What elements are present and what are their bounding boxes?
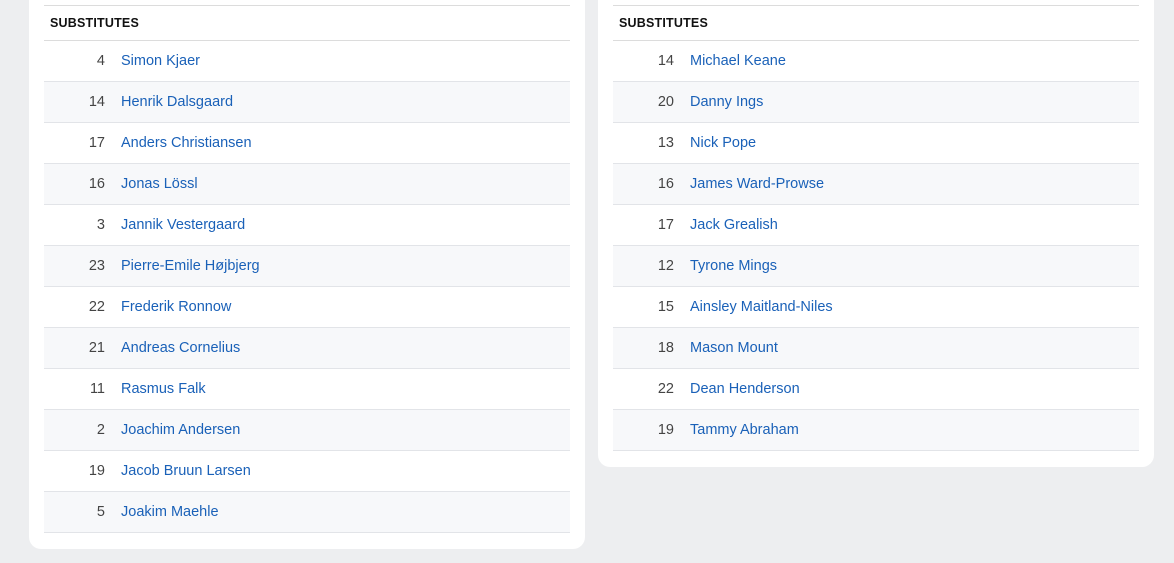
player-number: 20 bbox=[657, 94, 674, 110]
player-name-link[interactable]: Andreas Cornelius bbox=[121, 340, 240, 356]
player-name-link[interactable]: Anders Christiansen bbox=[121, 135, 252, 151]
player-name-link[interactable]: Ainsley Maitland-Niles bbox=[690, 299, 833, 315]
player-name-link[interactable]: Danny Ings bbox=[690, 94, 763, 110]
player-name-link[interactable]: Jonas Lössl bbox=[121, 176, 198, 192]
player-number: 17 bbox=[657, 217, 674, 233]
player-number: 11 bbox=[89, 381, 105, 397]
player-name-link[interactable]: Rasmus Falk bbox=[121, 381, 206, 397]
player-row: 21 Andreas Cornelius bbox=[44, 328, 570, 369]
player-row: 15 Ainsley Maitland-Niles bbox=[613, 287, 1139, 328]
right-team-substitutes-card: SUBSTITUTES 14 Michael Keane 20 Danny Ings 1… bbox=[598, 0, 1154, 467]
player-row: 3 Jannik Vestergaard bbox=[44, 205, 570, 246]
player-name-link[interactable]: Nick Pope bbox=[690, 135, 756, 151]
player-name-link[interactable]: Michael Keane bbox=[690, 53, 786, 69]
player-row: 20 Danny Ings bbox=[613, 82, 1139, 123]
player-number: 5 bbox=[96, 504, 105, 520]
player-name-link[interactable]: Joakim Maehle bbox=[121, 504, 219, 520]
player-number: 19 bbox=[657, 422, 674, 438]
substitutes-header: SUBSTITUTES bbox=[613, 5, 1139, 41]
substitutes-header: SUBSTITUTES bbox=[44, 5, 570, 41]
player-row: 14 Henrik Dalsgaard bbox=[44, 82, 570, 123]
player-name-link[interactable]: Pierre-Emile Højbjerg bbox=[121, 258, 260, 274]
player-row: 16 Jonas Lössl bbox=[44, 164, 570, 205]
player-row: 18 Mason Mount bbox=[613, 328, 1139, 369]
player-name-link[interactable]: Frederik Ronnow bbox=[121, 299, 231, 315]
player-row: 19 Jacob Bruun Larsen bbox=[44, 451, 570, 492]
substitutes-list: 14 Michael Keane 20 Danny Ings 13 Nick Pope 16… bbox=[613, 41, 1139, 451]
player-number: 15 bbox=[657, 299, 674, 315]
player-name-link[interactable]: James Ward-Prowse bbox=[690, 176, 824, 192]
player-number: 12 bbox=[657, 258, 674, 274]
player-name-link[interactable]: Henrik Dalsgaard bbox=[121, 94, 233, 110]
player-name-link[interactable]: Tyrone Mings bbox=[690, 258, 777, 274]
substitutes-list: 4 Simon Kjaer 14 Henrik Dalsgaard 17 Anders C… bbox=[44, 41, 570, 533]
player-row: 23 Pierre-Emile Højbjerg bbox=[44, 246, 570, 287]
player-number: 2 bbox=[96, 422, 105, 438]
player-name-link[interactable]: Jack Grealish bbox=[690, 217, 778, 233]
player-name-link[interactable]: Jacob Bruun Larsen bbox=[121, 463, 251, 479]
player-row: 22 Frederik Ronnow bbox=[44, 287, 570, 328]
player-number: 16 bbox=[88, 176, 105, 192]
player-row: 14 Michael Keane bbox=[613, 41, 1139, 82]
player-row: 4 Simon Kjaer bbox=[44, 41, 570, 82]
player-number: 19 bbox=[88, 463, 105, 479]
left-team-substitutes-card: SUBSTITUTES 4 Simon Kjaer 14 Henrik Dalsgaa… bbox=[29, 0, 585, 549]
player-number: 21 bbox=[88, 340, 105, 356]
player-number: 23 bbox=[88, 258, 105, 274]
player-name-link[interactable]: Joachim Andersen bbox=[121, 422, 240, 438]
player-number: 22 bbox=[88, 299, 105, 315]
player-row: 2 Joachim Andersen bbox=[44, 410, 570, 451]
player-number: 14 bbox=[657, 53, 674, 69]
player-name-link[interactable]: Dean Henderson bbox=[690, 381, 800, 397]
player-row: 16 James Ward-Prowse bbox=[613, 164, 1139, 205]
player-name-link[interactable]: Mason Mount bbox=[690, 340, 778, 356]
player-row: 17 Anders Christiansen bbox=[44, 123, 570, 164]
player-number: 4 bbox=[96, 53, 105, 69]
player-row: 13 Nick Pope bbox=[613, 123, 1139, 164]
player-number: 22 bbox=[657, 381, 674, 397]
player-row: 5 Joakim Maehle bbox=[44, 492, 570, 533]
player-row: 12 Tyrone Mings bbox=[613, 246, 1139, 287]
player-name-link[interactable]: Jannik Vestergaard bbox=[121, 217, 245, 233]
player-row: 17 Jack Grealish bbox=[613, 205, 1139, 246]
player-number: 18 bbox=[657, 340, 674, 356]
player-number: 14 bbox=[88, 94, 105, 110]
player-name-link[interactable]: Tammy Abraham bbox=[690, 422, 799, 438]
player-row: 19 Tammy Abraham bbox=[613, 410, 1139, 451]
player-name-link[interactable]: Simon Kjaer bbox=[121, 53, 200, 69]
player-number: 16 bbox=[657, 176, 674, 192]
player-number: 13 bbox=[657, 135, 674, 151]
player-row: 22 Dean Henderson bbox=[613, 369, 1139, 410]
player-number: 3 bbox=[96, 217, 105, 233]
player-row: 11 Rasmus Falk bbox=[44, 369, 570, 410]
player-number: 17 bbox=[88, 135, 105, 151]
